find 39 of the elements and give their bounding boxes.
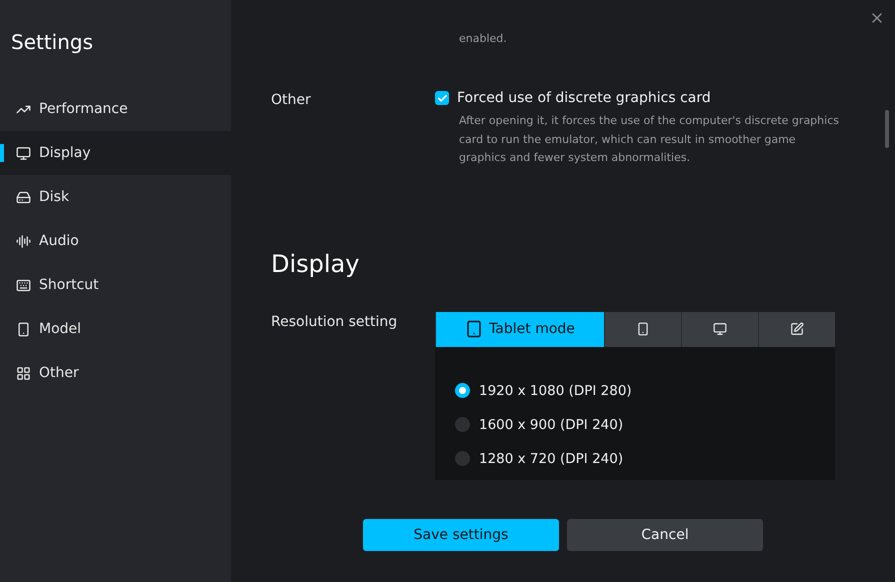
section-heading: Display [271, 250, 360, 278]
keyboard-icon [16, 278, 31, 292]
sidebar-item[interactable]: Audio [0, 219, 231, 263]
sidebar-item[interactable]: Shortcut [0, 263, 231, 307]
sidebar-item[interactable]: Model [0, 307, 231, 351]
grid-icon [16, 366, 31, 380]
radio-label: 1280 x 720 (DPI 240) [479, 450, 624, 466]
phone-icon [636, 322, 650, 336]
edit-icon [790, 322, 804, 336]
mode-tab[interactable] [681, 312, 758, 346]
radio-button[interactable] [455, 451, 470, 466]
setting-description: After opening it, it forces the use of the computer's discrete graphics card to run the emulator, which can result in smoother game graphics and fewer system abnormalities. [459, 113, 840, 166]
setting-description: enabled. [459, 32, 507, 45]
radio-label: 1920 x 1080 (DPI 280) [479, 382, 632, 398]
audio-wave-icon [16, 234, 31, 248]
mode-tab[interactable] [758, 312, 835, 346]
phone-icon [16, 322, 31, 336]
checkbox-label: Forced use of discrete graphics card [457, 90, 711, 106]
sidebar-item[interactable]: Other [0, 351, 231, 395]
tablet-icon [465, 320, 484, 338]
selection-bar [0, 144, 4, 162]
mode-tab[interactable] [604, 312, 681, 346]
section-label: Other [271, 91, 312, 110]
monitor-icon [16, 146, 31, 160]
drive-icon [16, 190, 31, 204]
checkbox[interactable] [435, 91, 449, 105]
cancel-button[interactable]: Cancel [567, 519, 763, 551]
sidebar-item[interactable]: Performance [0, 87, 231, 131]
sidebar-item[interactable]: Display [0, 131, 231, 175]
scrollbar[interactable] [885, 110, 889, 148]
sidebar-title: Settings [10, 29, 94, 56]
save-button[interactable]: Save settings [363, 519, 559, 551]
radio-button[interactable] [455, 417, 470, 432]
radio-button[interactable] [455, 383, 470, 398]
mode-tab[interactable]: Tablet mode [435, 312, 604, 346]
sidebar-item[interactable]: Disk [0, 175, 231, 219]
setting-label: Resolution setting [271, 312, 398, 332]
monitor-icon [713, 322, 727, 336]
radio-label: 1600 x 900 (DPI 240) [479, 416, 624, 432]
